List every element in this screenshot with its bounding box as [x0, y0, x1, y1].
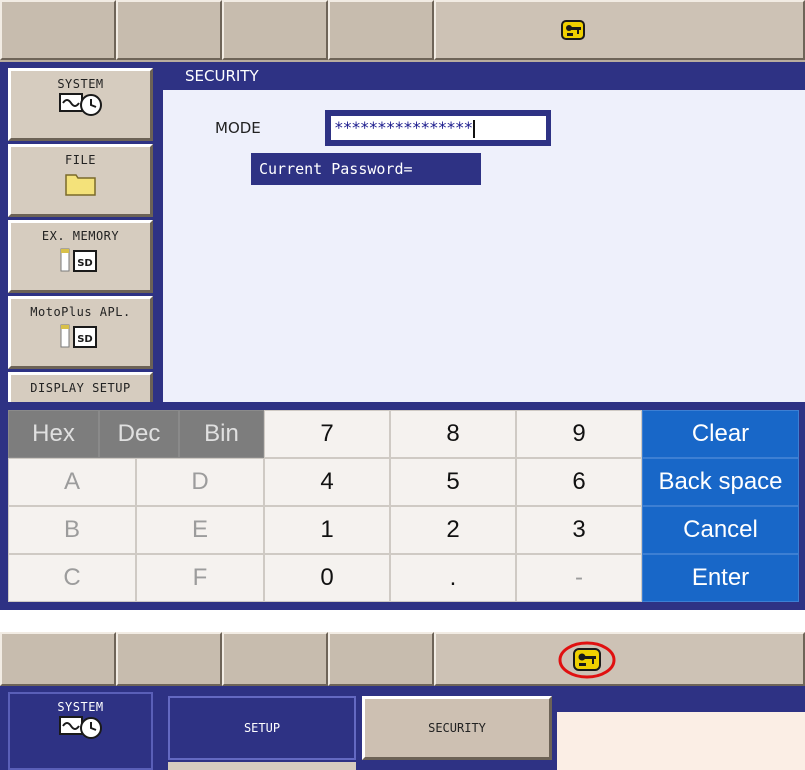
- key-dec[interactable]: Dec: [99, 410, 179, 458]
- key-1[interactable]: 1: [264, 506, 390, 554]
- menu-ex-memory-button[interactable]: EX. MEMORY SD: [8, 220, 153, 293]
- sd-card-icon: SD: [58, 323, 104, 353]
- key-3[interactable]: 3: [516, 506, 642, 554]
- key-c[interactable]: C: [8, 554, 136, 602]
- key-4[interactable]: 4: [264, 458, 390, 506]
- key-icon-highlighted: [558, 641, 616, 679]
- submenu-security-button[interactable]: SECURITY: [362, 696, 552, 760]
- menu-file-button[interactable]: FILE: [8, 144, 153, 217]
- status-area: [434, 632, 805, 686]
- toolbar-button-3[interactable]: [222, 632, 328, 686]
- submenu-setup-button[interactable]: SETUP: [168, 696, 356, 760]
- menu-motoplus-label: MotoPlus APL.: [30, 305, 131, 319]
- menu-system-label: SYSTEM: [57, 77, 104, 91]
- menu-ex-memory-label: EX. MEMORY: [41, 229, 120, 243]
- numeric-keypad: Hex Dec Bin 7 8 9 Clear A D 4 5 6 Back s…: [0, 402, 805, 610]
- toolbar-button-4[interactable]: [328, 0, 434, 60]
- monitor-clock-icon: [58, 716, 102, 739]
- key-e[interactable]: E: [136, 506, 264, 554]
- key-f[interactable]: F: [136, 554, 264, 602]
- sd-label: SD: [77, 334, 93, 345]
- toolbar-button-3[interactable]: [222, 0, 328, 60]
- toolbar-button-2[interactable]: [116, 0, 222, 60]
- key-8[interactable]: 8: [390, 410, 516, 458]
- key-decimal-point[interactable]: .: [390, 554, 516, 602]
- enter-button[interactable]: Enter: [642, 554, 799, 602]
- key-a[interactable]: A: [8, 458, 136, 506]
- mode-label: MODE: [215, 119, 261, 137]
- key-6[interactable]: 6: [516, 458, 642, 506]
- password-input[interactable]: ****************: [331, 116, 546, 140]
- status-area: [434, 0, 805, 60]
- monitor-clock-icon: [58, 93, 102, 116]
- toolbar-button-1[interactable]: [0, 0, 116, 60]
- top-toolbar: [0, 0, 805, 62]
- menu-system-label: SYSTEM: [57, 700, 104, 714]
- key-5[interactable]: 5: [390, 458, 516, 506]
- content-area: [557, 712, 805, 770]
- menu-file-label: FILE: [65, 153, 96, 167]
- toolbar-button-1[interactable]: [0, 632, 116, 686]
- menu-display-setup-label: DISPLAY SETUP: [30, 381, 131, 395]
- text-cursor: [473, 119, 476, 138]
- page-title: SECURITY: [163, 62, 805, 90]
- clear-button[interactable]: Clear: [642, 410, 799, 458]
- key-d[interactable]: D: [136, 458, 264, 506]
- menu-motoplus-button[interactable]: MotoPlus APL. SD: [8, 296, 153, 369]
- key-hex[interactable]: Hex: [8, 410, 99, 458]
- toolbar-button-2[interactable]: [116, 632, 222, 686]
- next-submenu-button[interactable]: [168, 762, 356, 770]
- key-b[interactable]: B: [8, 506, 136, 554]
- toolbar-button-4[interactable]: [328, 632, 434, 686]
- menu-system-button[interactable]: SYSTEM: [8, 68, 153, 141]
- sd-card-icon: SD: [58, 247, 104, 277]
- title-strip: [557, 696, 805, 712]
- folder-icon: [64, 174, 96, 196]
- key-bin[interactable]: Bin: [179, 410, 264, 458]
- menu-system-button-selected[interactable]: SYSTEM: [8, 692, 153, 770]
- current-password-prompt: Current Password=: [251, 153, 481, 185]
- sd-label: SD: [77, 258, 93, 269]
- cancel-button[interactable]: Cancel: [642, 506, 799, 554]
- password-value: ****************: [334, 118, 473, 137]
- menu-display-setup-button[interactable]: DISPLAY SETUP: [8, 372, 153, 402]
- key-0[interactable]: 0: [264, 554, 390, 602]
- key-icon: [561, 20, 585, 40]
- backspace-button[interactable]: Back space: [642, 458, 799, 506]
- key-2[interactable]: 2: [390, 506, 516, 554]
- key-7[interactable]: 7: [264, 410, 390, 458]
- key-minus[interactable]: -: [516, 554, 642, 602]
- key-9[interactable]: 9: [516, 410, 642, 458]
